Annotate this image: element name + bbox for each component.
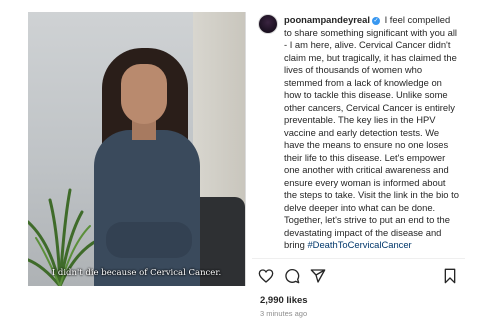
verified-badge-icon: ✓ <box>371 16 380 25</box>
avatar[interactable] <box>258 14 278 34</box>
instagram-post: I didn't die because of Cervical Cancer.… <box>28 0 465 320</box>
action-bar <box>258 268 458 288</box>
post-timestamp[interactable]: 3 minutes ago <box>260 309 307 318</box>
video-subtitle: I didn't die because of Cervical Cancer. <box>51 268 222 278</box>
post-caption: poonampandeyreal ✓ I feel compelled to sh… <box>284 14 460 252</box>
comment-icon[interactable] <box>284 268 300 284</box>
username-link[interactable]: poonampandeyreal <box>284 14 370 25</box>
person-arms <box>106 222 192 258</box>
post-video[interactable]: I didn't die because of Cervical Cancer. <box>28 12 245 286</box>
hashtag-link[interactable]: #DeathToCervicalCancer <box>307 239 411 250</box>
video-frame <box>28 12 245 286</box>
caption-body: I feel compelled to share something sign… <box>284 14 459 250</box>
bookmark-icon[interactable] <box>442 268 458 284</box>
heart-icon[interactable] <box>258 268 274 284</box>
likes-count[interactable]: 2,990 likes <box>260 295 308 306</box>
person-body <box>94 130 200 286</box>
actions-divider <box>252 258 465 259</box>
person-face <box>121 64 167 124</box>
panel-divider <box>245 12 246 286</box>
send-icon[interactable] <box>310 268 326 284</box>
post-side-panel: poonampandeyreal ✓ I feel compelled to sh… <box>252 12 465 320</box>
